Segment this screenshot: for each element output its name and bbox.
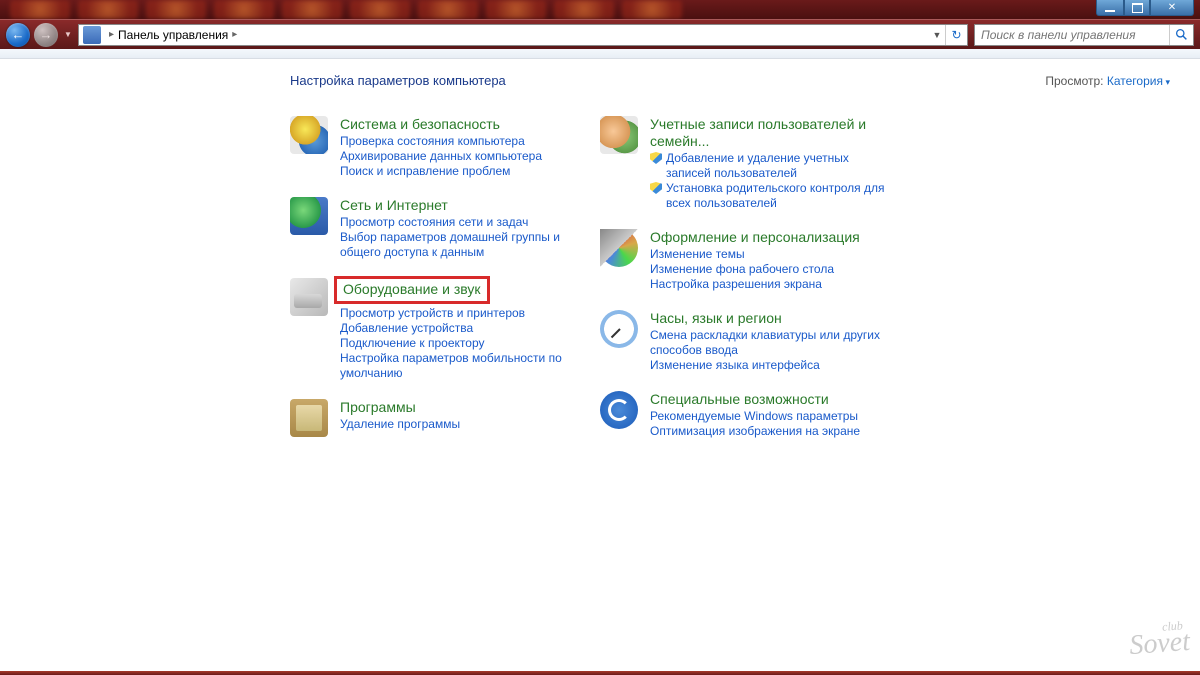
clock-icon (600, 310, 638, 348)
category-title[interactable]: Система и безопасность (340, 116, 580, 133)
category-clock-language-region: Часы, язык и регион Смена раскладки клав… (600, 310, 890, 373)
users-icon (600, 116, 638, 154)
left-column: Система и безопасность Проверка состояни… (290, 116, 580, 457)
forward-button: → (34, 23, 58, 47)
category-link[interactable]: Удаление программы (340, 417, 580, 432)
view-label: Просмотр: (1045, 74, 1103, 88)
view-dropdown[interactable]: Категория (1107, 74, 1170, 88)
window-titlebar (0, 0, 1200, 19)
category-link[interactable]: Рекомендуемые Windows параметры (650, 409, 890, 424)
search-input[interactable] (975, 28, 1169, 42)
history-dropdown[interactable]: ▼ (62, 25, 74, 45)
category-link[interactable]: Изменение фона рабочего стола (650, 262, 890, 277)
category-ease-of-access: Специальные возможности Рекомендуемые Wi… (600, 391, 890, 439)
category-title[interactable]: Сеть и Интернет (340, 197, 580, 214)
address-bar[interactable]: ▸ Панель управления ▸ ▼ ↻ (78, 24, 968, 46)
content-area: Настройка параметров компьютера Просмотр… (0, 59, 1200, 457)
address-dropdown-icon[interactable]: ▼ (929, 30, 945, 40)
category-link[interactable]: Проверка состояния компьютера (340, 134, 580, 149)
window-bottom-border (0, 671, 1200, 675)
page-title: Настройка параметров компьютера (290, 73, 506, 88)
category-title-highlighted[interactable]: Оборудование и звук (334, 276, 490, 304)
back-button[interactable]: ← (6, 23, 30, 47)
category-programs: Программы Удаление программы (290, 399, 580, 437)
refresh-button[interactable]: ↻ (945, 25, 967, 45)
category-link[interactable]: Изменение языка интерфейса (650, 358, 890, 373)
navigation-bar: ← → ▼ ▸ Панель управления ▸ ▼ ↻ (0, 19, 1200, 49)
window-controls (1096, 0, 1194, 16)
search-box[interactable] (974, 24, 1194, 46)
category-link[interactable]: Архивирование данных компьютера (340, 149, 580, 164)
shield-icon (290, 116, 328, 154)
category-link[interactable]: Выбор параметров домашней группы и общег… (340, 230, 580, 260)
globe-icon (290, 197, 328, 235)
category-title[interactable]: Специальные возможности (650, 391, 890, 408)
breadcrumb-sep-icon: ▸ (228, 29, 241, 40)
toolbar (0, 49, 1200, 59)
category-link[interactable]: Настройка разрешения экрана (650, 277, 890, 292)
category-title[interactable]: Программы (340, 399, 580, 416)
minimize-button[interactable] (1096, 0, 1124, 16)
box-icon (290, 399, 328, 437)
category-link[interactable]: Изменение темы (650, 247, 890, 262)
category-link[interactable]: Поиск и исправление проблем (340, 164, 580, 179)
category-link[interactable]: Просмотр устройств и принтеров (340, 306, 580, 321)
accessibility-icon (600, 391, 638, 429)
breadcrumb-root[interactable]: Панель управления (118, 28, 228, 42)
category-link[interactable]: Установка родительского контроля для все… (650, 181, 890, 211)
category-link[interactable]: Подключение к проектору (340, 336, 580, 351)
right-column: Учетные записи пользователей и семейн...… (600, 116, 890, 457)
close-button[interactable] (1150, 0, 1194, 16)
category-link[interactable]: Оптимизация изображения на экране (650, 424, 890, 439)
category-title[interactable]: Учетные записи пользователей и семейн... (650, 116, 890, 150)
monitor-icon (600, 229, 638, 267)
category-link[interactable]: Добавление и удаление учетных записей по… (650, 151, 890, 181)
category-system-security: Система и безопасность Проверка состояни… (290, 116, 580, 179)
breadcrumb-sep-icon: ▸ (105, 29, 118, 40)
watermark: club Sovet (1128, 621, 1191, 657)
category-link[interactable]: Настройка параметров мобильности по умол… (340, 351, 580, 381)
category-title[interactable]: Часы, язык и регион (650, 310, 890, 327)
control-panel-icon (83, 26, 101, 44)
maximize-button[interactable] (1124, 0, 1150, 16)
category-network-internet: Сеть и Интернет Просмотр состояния сети … (290, 197, 580, 260)
category-user-accounts: Учетные записи пользователей и семейн...… (600, 116, 890, 211)
category-hardware-sound: Оборудование и звук Просмотр устройств и… (290, 278, 580, 381)
printer-icon (290, 278, 328, 316)
category-title[interactable]: Оформление и персонализация (650, 229, 890, 246)
category-appearance: Оформление и персонализация Изменение те… (600, 229, 890, 292)
category-link[interactable]: Смена раскладки клавиатуры или других сп… (650, 328, 890, 358)
category-link[interactable]: Просмотр состояния сети и задач (340, 215, 580, 230)
category-link[interactable]: Добавление устройства (340, 321, 580, 336)
search-icon[interactable] (1169, 25, 1193, 45)
